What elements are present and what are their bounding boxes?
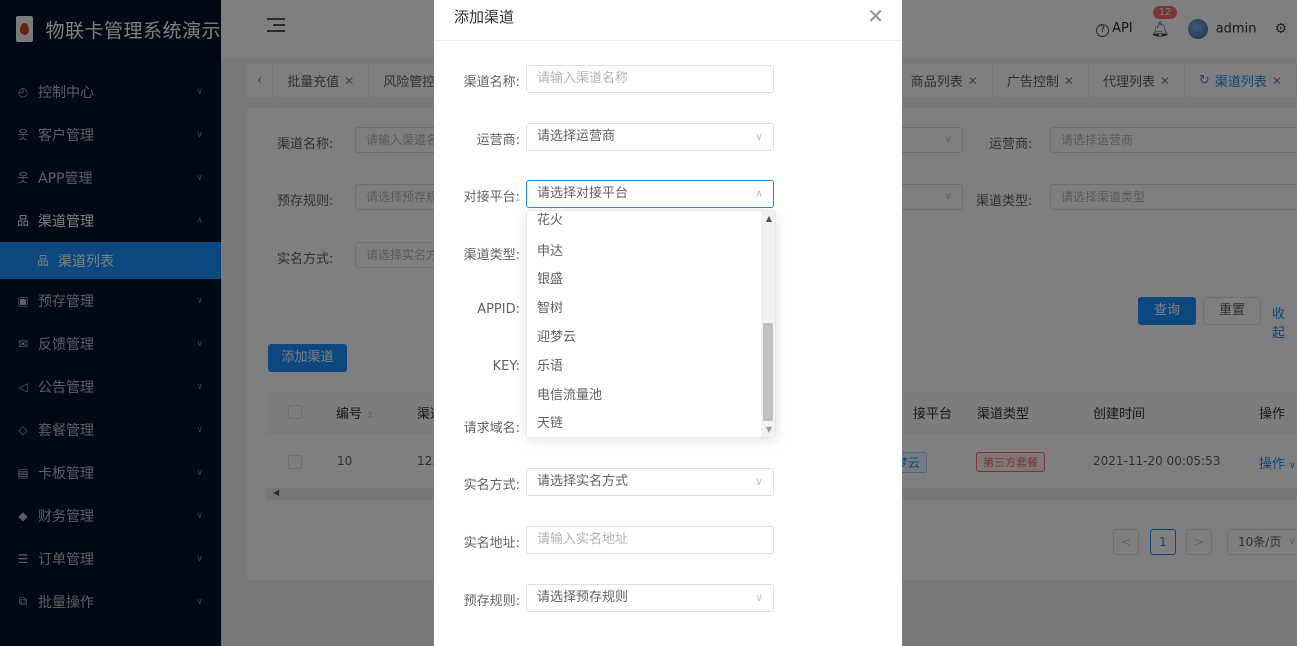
field-label: 渠道类型: (463, 248, 520, 263)
chevron-down-icon: ∨ (754, 130, 763, 143)
scrollbar-thumb[interactable] (763, 323, 773, 421)
add-channel-dialog: 添加渠道 ✕ 渠道名称: 请输入渠道名称 运营商: 请选择运营商 ∨ 对接平台: … (434, 0, 902, 646)
dropdown-option[interactable]: 申达 (537, 240, 563, 259)
dropdown-option[interactable]: 智树 (537, 297, 563, 316)
divider (434, 40, 902, 41)
prestore-select[interactable]: 请选择预存规则 ∨ (526, 584, 774, 612)
field-label: 运营商: (476, 133, 520, 148)
scroll-up-icon[interactable]: ▲ (766, 214, 772, 223)
dropdown-option[interactable]: 电信流量池 (537, 384, 602, 403)
dropdown-option[interactable]: 乐语 (537, 355, 563, 374)
field-label: 请求域名: (463, 421, 520, 436)
close-icon[interactable]: ✕ (867, 4, 884, 28)
select-value: 请选择实名方式 (537, 474, 629, 489)
scroll-down-icon[interactable]: ▼ (766, 425, 772, 434)
dropdown-scrollbar[interactable]: ▲ ▼ (761, 211, 775, 437)
platform-dropdown: 花火 申达 银盛 智树 迎梦云 乐语 电信流量池 天链 ▲ ▼ (526, 210, 776, 438)
dropdown-option[interactable]: 天链 (537, 412, 563, 431)
platform-select[interactable]: 请选择对接平台 ∧ (526, 180, 774, 208)
field-label: 实名地址: (463, 536, 520, 551)
channel-name-input[interactable]: 请输入渠道名称 (526, 65, 774, 93)
dropdown-option[interactable]: 迎梦云 (537, 326, 576, 345)
dropdown-option[interactable]: 花火 (537, 211, 563, 228)
field-label: 实名方式: (463, 478, 520, 493)
chevron-up-icon: ∧ (754, 187, 763, 200)
realname-url-input[interactable]: 请输入实名地址 (526, 526, 774, 554)
select-value: 请选择运营商 (537, 129, 616, 144)
field-label: 预存规则: (463, 594, 520, 609)
select-value: 请选择对接平台 (537, 186, 629, 201)
field-label: KEY: (492, 359, 520, 374)
dialog-title: 添加渠道 (454, 8, 515, 26)
field-label: APPID: (477, 302, 520, 317)
operator-select[interactable]: 请选择运营商 ∨ (526, 123, 774, 151)
dropdown-option[interactable]: 银盛 (537, 268, 563, 287)
select-value: 请选择预存规则 (537, 590, 629, 605)
chevron-down-icon: ∨ (754, 475, 763, 488)
realname-select[interactable]: 请选择实名方式 ∨ (526, 468, 774, 496)
chevron-down-icon: ∨ (754, 591, 763, 604)
field-label: 对接平台: (463, 190, 520, 205)
field-label: 渠道名称: (463, 75, 520, 90)
